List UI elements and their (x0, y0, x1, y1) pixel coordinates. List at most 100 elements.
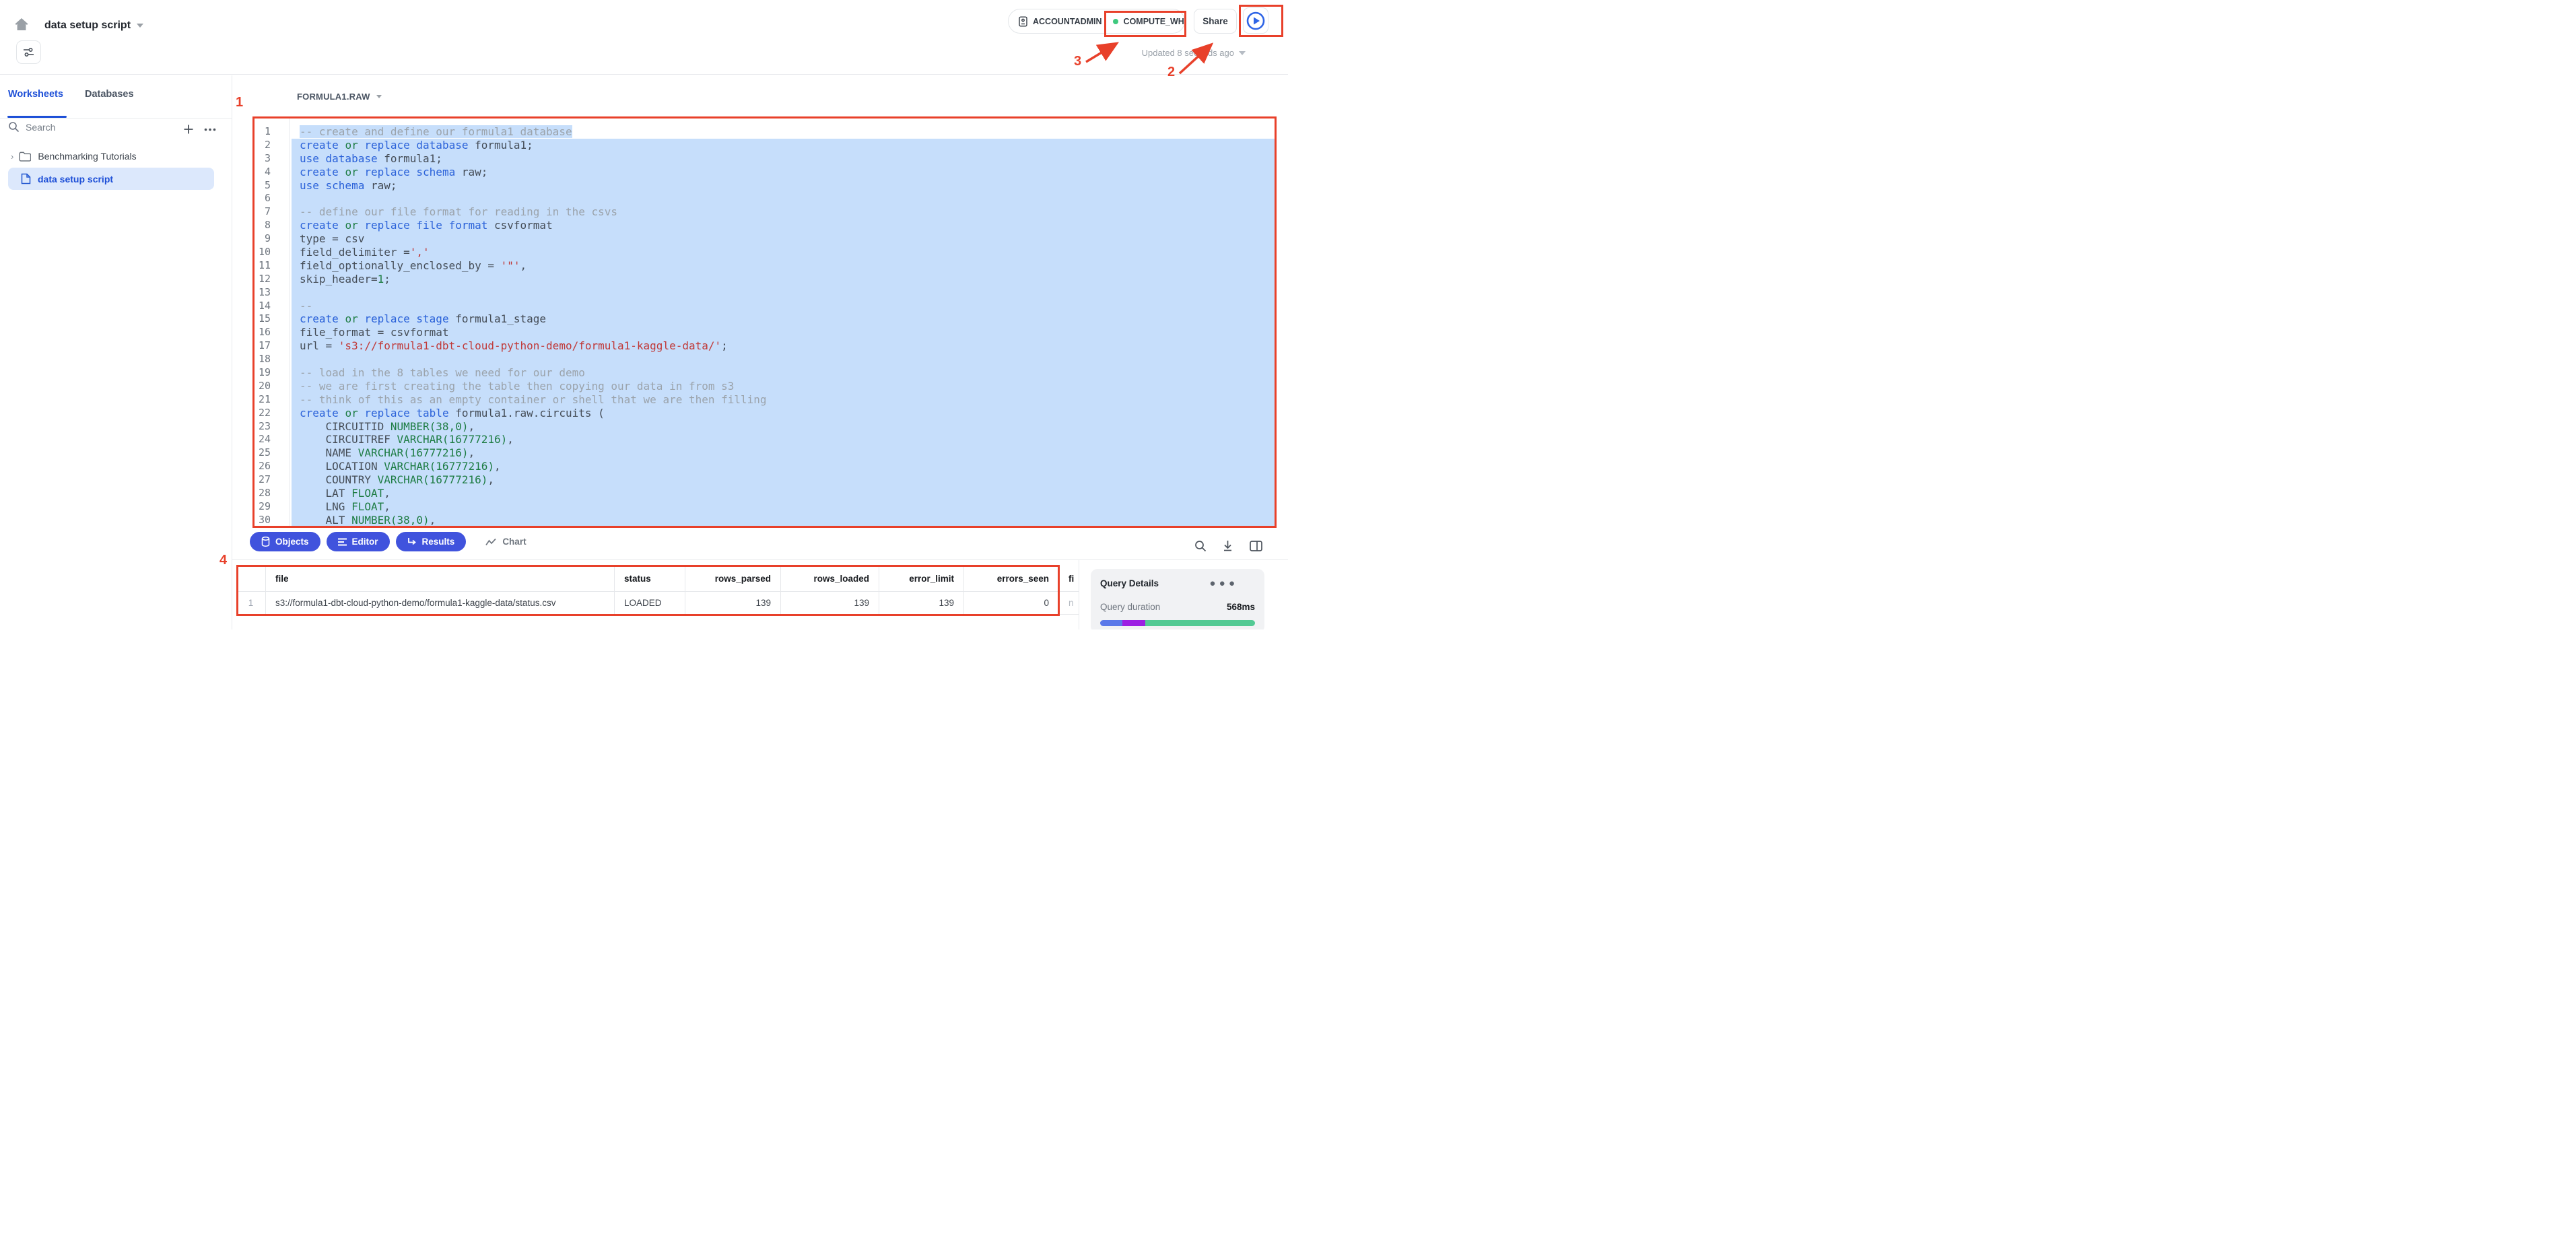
table-cell[interactable]: 139 (685, 592, 781, 615)
warehouse-selector[interactable]: COMPUTE_WH (1113, 17, 1184, 26)
share-label: Share (1202, 16, 1228, 26)
code-line: -- (292, 300, 1275, 313)
duration-bar-segment (1145, 620, 1255, 626)
schema-context-dropdown[interactable]: FORMULA1.RAW (297, 92, 382, 102)
column-header[interactable]: rows_loaded (781, 566, 879, 592)
duration-bar-segment (1100, 620, 1122, 626)
query-details-title: Query Details (1100, 578, 1159, 588)
header: data setup script ACCOUNTADMIN (0, 0, 1288, 75)
objects-button[interactable]: Objects (250, 532, 320, 551)
query-details-menu-button[interactable]: ● ● ● (1209, 578, 1255, 589)
line-number: 11 (252, 259, 271, 273)
code-line (292, 192, 1275, 205)
warehouse-status-dot (1113, 19, 1118, 24)
line-number: 2 (252, 139, 271, 152)
sidebar-search-row (0, 117, 232, 141)
line-number: 17 (252, 339, 271, 353)
schema-context-label: FORMULA1.RAW (297, 92, 370, 102)
home-button[interactable] (11, 13, 32, 35)
worksheet-tree: › Benchmarking Tutorials (0, 145, 232, 167)
editor-label: Editor (352, 537, 378, 547)
filters-button[interactable] (16, 40, 41, 64)
code-line: field_delimiter =',' (292, 246, 1275, 259)
context-selector[interactable]: ACCOUNTADMIN COMPUTE_WH (1008, 9, 1185, 34)
code-line: create or replace stage formula1_stage (292, 312, 1275, 326)
line-number: 29 (252, 500, 271, 514)
line-number: 30 (252, 514, 271, 527)
query-details-panel: Query Details ● ● ● Query duration 568ms (1091, 569, 1264, 630)
sliders-icon (23, 46, 34, 58)
code-line: LOCATION VARCHAR(16777216), (292, 460, 1275, 473)
column-header[interactable]: fi (1059, 566, 1079, 592)
table-cell[interactable]: n (1059, 592, 1079, 615)
column-header[interactable]: error_limit (879, 566, 964, 592)
new-worksheet-button[interactable] (180, 121, 197, 138)
table-cell[interactable]: LOADED (615, 592, 685, 615)
code-line: -- load in the 8 tables we need for our … (292, 366, 1275, 380)
table-cell[interactable]: 139 (879, 592, 964, 615)
tree-item-folder[interactable]: › Benchmarking Tutorials (0, 145, 232, 167)
code-line: url = 's3://formula1-dbt-cloud-python-de… (292, 339, 1275, 353)
tree-item-selected[interactable]: data setup script (8, 168, 214, 190)
warehouse-label: COMPUTE_WH (1124, 17, 1184, 26)
line-number: 27 (252, 473, 271, 487)
role-selector[interactable]: ACCOUNTADMIN (1018, 16, 1102, 27)
code-line: CIRCUITID NUMBER(38,0), (292, 420, 1275, 434)
line-number: 23 (252, 420, 271, 434)
code-line: create or replace file format csvformat (292, 219, 1275, 232)
code-line: -- define our file format for reading in… (292, 205, 1275, 219)
column-header[interactable]: status (615, 566, 685, 592)
columns-icon (1250, 541, 1262, 551)
line-number: 3 (252, 152, 271, 166)
chart-label: Chart (502, 537, 526, 547)
worksheet-title-text: data setup script (44, 20, 131, 32)
user-badge-icon (1018, 16, 1028, 27)
chart-button[interactable]: Chart (485, 537, 526, 547)
table-cell[interactable]: s3://formula1-dbt-cloud-python-demo/form… (266, 592, 615, 615)
line-number: 8 (252, 219, 271, 232)
divider (232, 559, 1288, 560)
worksheet-title[interactable]: data setup script (44, 20, 143, 32)
row-number: 1 (236, 592, 266, 615)
updated-text: Updated 8 seconds ago (1142, 48, 1234, 58)
column-header[interactable]: file (266, 566, 615, 592)
run-play-icon (1246, 11, 1266, 31)
column-header[interactable]: errors_seen (964, 566, 1059, 592)
split-view-button[interactable] (1246, 539, 1266, 553)
sql-editor[interactable]: -- create and define our formula1 databa… (292, 125, 1275, 527)
code-line: file_format = csvformat (292, 326, 1275, 339)
code-line: LNG FLOAT, (292, 500, 1275, 514)
sidebar-more-button[interactable] (201, 121, 219, 138)
line-number: 14 (252, 300, 271, 313)
database-icon (261, 537, 270, 547)
search-results-button[interactable] (1190, 539, 1211, 553)
download-results-button[interactable] (1217, 539, 1238, 553)
results-actions (1190, 539, 1266, 553)
tab-databases[interactable]: Databases (85, 89, 134, 100)
editor-button[interactable]: Editor (327, 532, 390, 551)
search-icon (1194, 540, 1207, 552)
line-number: 12 (252, 273, 271, 286)
code-line: create or replace database formula1; (292, 139, 1275, 152)
return-arrow-icon (407, 537, 417, 546)
updated-status[interactable]: Updated 8 seconds ago (1118, 48, 1246, 58)
code-line: LAT FLOAT, (292, 487, 1275, 500)
line-number: 25 (252, 446, 271, 460)
code-line: use schema raw; (292, 179, 1275, 193)
run-button[interactable] (1243, 7, 1268, 34)
chart-line-icon (485, 538, 496, 546)
share-button[interactable]: Share (1194, 9, 1237, 34)
chevron-down-icon (1239, 51, 1246, 55)
column-header[interactable]: rows_parsed (685, 566, 781, 592)
duration-bar-segment (1122, 620, 1145, 626)
table-cell[interactable]: 0 (964, 592, 1059, 615)
table-cell[interactable]: 139 (781, 592, 879, 615)
divider (289, 118, 290, 526)
code-line: create or replace schema raw; (292, 166, 1275, 179)
code-line: COUNTRY VARCHAR(16777216), (292, 473, 1275, 487)
results-button[interactable]: Results (396, 532, 467, 551)
annotation-label-1: 1 (236, 95, 243, 110)
code-line: -- think of this as an empty container o… (292, 393, 1275, 407)
tab-worksheets[interactable]: Worksheets (8, 89, 63, 100)
search-input[interactable] (26, 122, 127, 133)
